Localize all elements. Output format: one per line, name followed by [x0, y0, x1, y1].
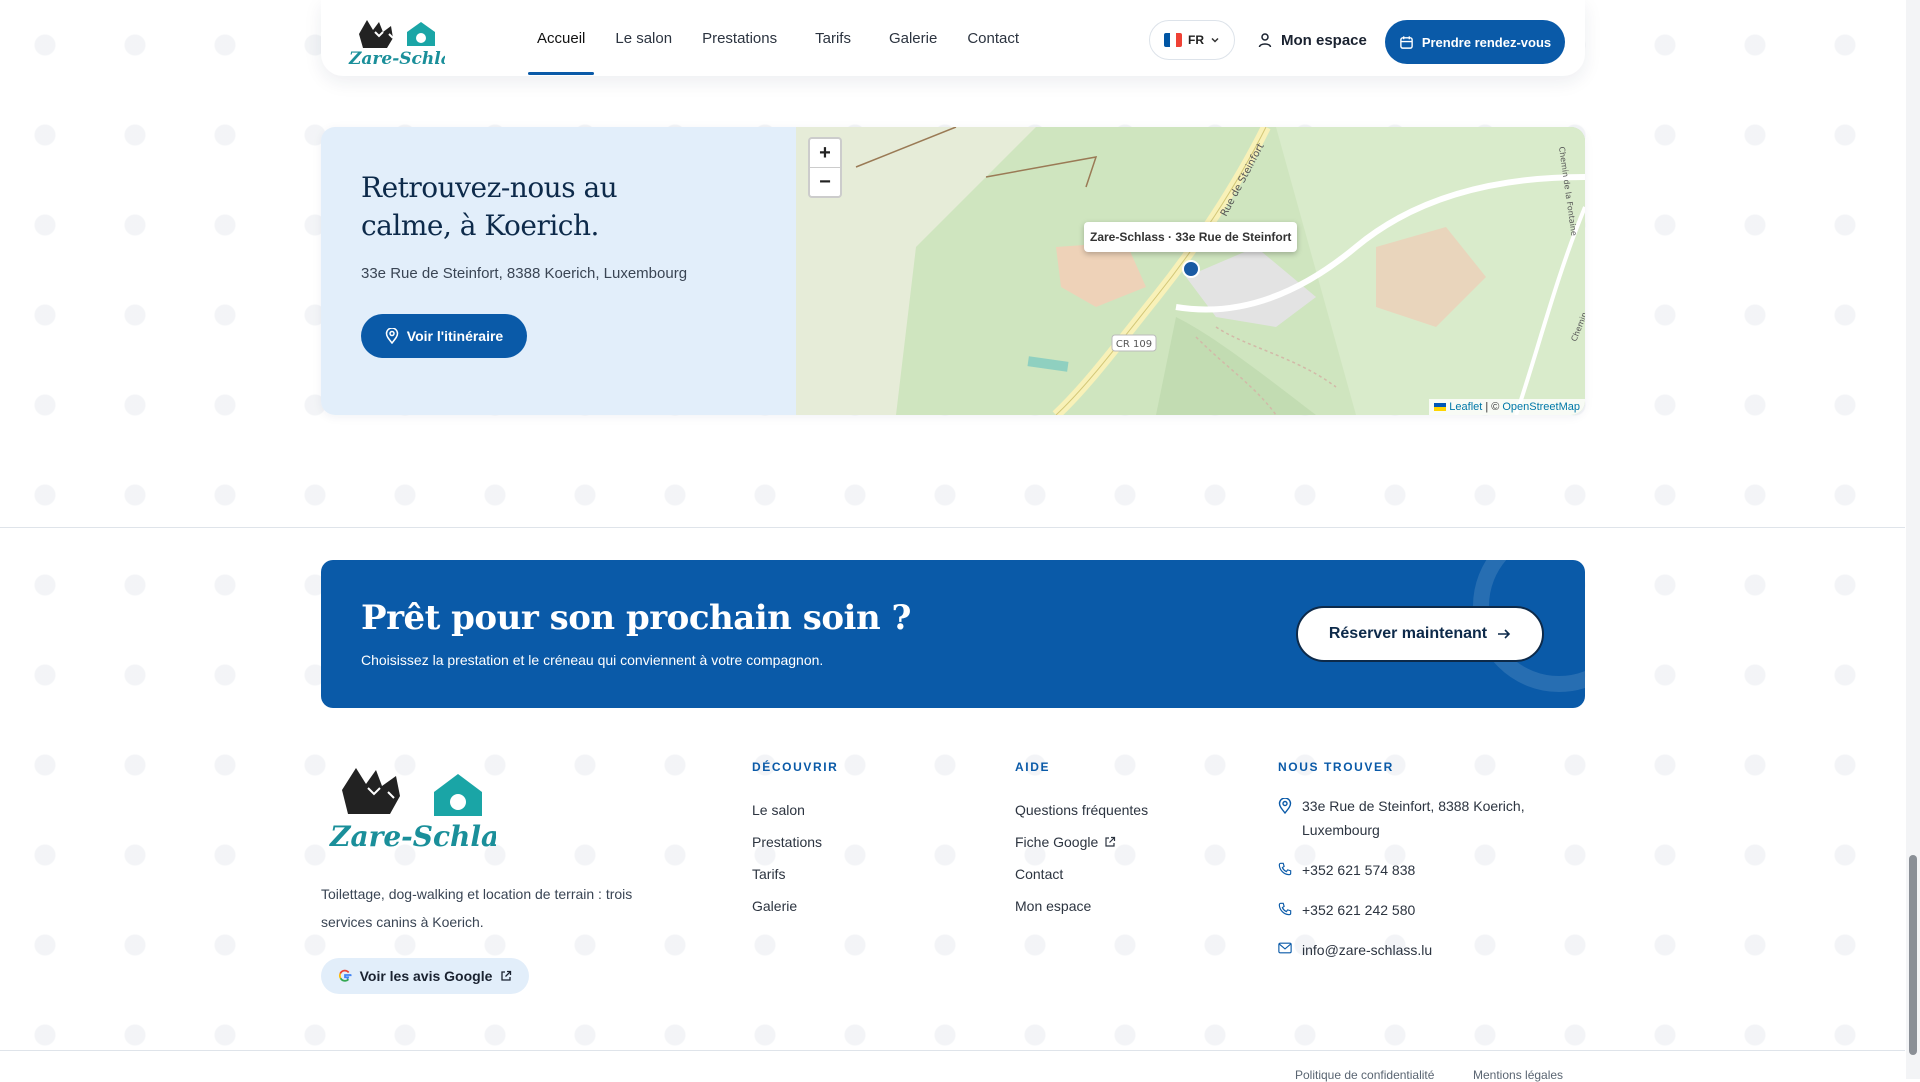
location-info: Retrouvez-nous au calme, à Koerich. 33e …: [321, 127, 796, 415]
banner-subtitle: Choisissez la prestation et le créneau q…: [361, 652, 824, 668]
site-header: Zare-Schlass Accueil Le salon Prestation…: [321, 0, 1585, 76]
map-attribution: Leaflet | © OpenStreetMap: [1429, 399, 1585, 415]
footer-discover-column: DÉCOUVRIR Le salon Prestations Tarifs Ga…: [752, 760, 838, 922]
scrollbar-thumb[interactable]: [1909, 855, 1917, 1055]
book-now-button[interactable]: Réserver maintenant: [1296, 606, 1544, 662]
privacy-policy-link[interactable]: Politique de confidentialité: [1295, 1068, 1434, 1082]
map-marker-icon[interactable]: [1182, 260, 1200, 278]
nav-le-salon[interactable]: Le salon: [615, 0, 672, 76]
footer-link-prestations[interactable]: Prestations: [752, 826, 838, 858]
directions-button[interactable]: Voir l'itinéraire: [361, 314, 527, 358]
location-title-line1: Retrouvez-nous au: [361, 171, 618, 204]
footer-address[interactable]: 33e Rue de Steinfort, 8388 Koerich, Luxe…: [1278, 794, 1558, 842]
footer-phone-2-text: +352 621 242 580: [1302, 902, 1416, 918]
map-view[interactable]: CR 109 Rue de Steinfort Chemin de la Fon…: [796, 127, 1585, 415]
page-scrollbar[interactable]: [1906, 0, 1920, 1079]
google-reviews-label: Voir les avis Google: [359, 968, 493, 984]
nav-contact[interactable]: Contact: [967, 0, 1019, 76]
phone-icon: [1278, 862, 1292, 876]
chevron-down-icon: [1211, 37, 1219, 43]
arrow-right-icon: [1498, 629, 1511, 639]
footer-phone-2[interactable]: +352 621 242 580: [1278, 898, 1558, 922]
footer-link-tarifs[interactable]: Tarifs: [752, 858, 838, 890]
google-icon: [338, 969, 352, 982]
google-reviews-button[interactable]: Voir les avis Google: [321, 958, 529, 994]
location-card: Retrouvez-nous au calme, à Koerich. 33e …: [321, 127, 1585, 415]
discover-heading: DÉCOUVRIR: [752, 760, 839, 774]
book-now-label: Réserver maintenant: [1328, 625, 1488, 642]
nav-prestations[interactable]: Prestations: [702, 0, 777, 76]
book-appointment-button[interactable]: Prendre rendez-vous: [1385, 20, 1565, 64]
footer-description: Toilettage, dog-walking et location de t…: [321, 886, 633, 930]
find-us-heading: NOUS TROUVER: [1278, 760, 1394, 774]
france-flag-icon: [1164, 33, 1182, 47]
calendar-icon: [1400, 35, 1413, 49]
brand-logo[interactable]: Zare-Schlass: [345, 12, 445, 68]
cta-banner: Prêt pour son prochain soin ? Choisissez…: [321, 560, 1585, 708]
language-code: FR: [1188, 33, 1204, 47]
svg-text:CR 109: CR 109: [1116, 339, 1152, 350]
zoom-out-button[interactable]: −: [810, 168, 840, 196]
section-divider: [0, 527, 1905, 528]
osm-link[interactable]: OpenStreetMap: [1502, 401, 1580, 413]
footer-phone-1-text: +352 621 574 838: [1302, 862, 1416, 878]
nav-accueil[interactable]: Accueil: [527, 0, 595, 76]
phone-icon: [1278, 902, 1292, 916]
map-popup: Zare-Schlass · 33e Rue de Steinfort: [1084, 222, 1298, 252]
footer-email[interactable]: info@zare-schlass.lu: [1278, 938, 1558, 962]
leaflet-link[interactable]: Leaflet: [1449, 401, 1482, 413]
book-appointment-label: Prendre rendez-vous: [1421, 34, 1552, 50]
footer-help-column: AIDE Questions fréquentes Fiche Google C…: [1015, 760, 1148, 922]
google-listing-label: Fiche Google: [1015, 834, 1099, 850]
location-title-line2: calme, à Koerich.: [361, 209, 599, 242]
directions-label: Voir l'itinéraire: [406, 328, 504, 344]
attribution-separator: | ©: [1485, 401, 1500, 413]
footer-address-text: 33e Rue de Steinfort, 8388 Koerich, Luxe…: [1302, 798, 1525, 838]
footer-find-us-column: NOUS TROUVER 33e Rue de Steinfort, 8388 …: [1278, 760, 1558, 978]
svg-text:Zare-Schlass: Zare-Schlass: [348, 49, 445, 68]
svg-text:Zare-Schlass: Zare-Schlass: [329, 820, 496, 852]
legal-notice-link[interactable]: Mentions légales: [1473, 1068, 1563, 1082]
user-icon: [1258, 33, 1272, 48]
ukraine-flag-icon: [1434, 403, 1447, 411]
footer-link-faq[interactable]: Questions fréquentes: [1015, 794, 1148, 826]
external-link-icon: [501, 970, 512, 981]
footer-brand-logo[interactable]: Zare-Schlass: [326, 758, 496, 852]
main-nav: Accueil Le salon Prestations Tarifs Gale…: [527, 0, 1049, 76]
location-title: Retrouvez-nous au calme, à Koerich.: [361, 169, 618, 245]
footer-link-my-space[interactable]: Mon espace: [1015, 890, 1148, 922]
language-selector[interactable]: FR: [1149, 20, 1235, 60]
map-pin-icon: [1278, 798, 1292, 814]
map-zoom-control: + −: [808, 137, 842, 198]
my-space-link[interactable]: Mon espace: [1257, 20, 1367, 60]
footer-link-contact[interactable]: Contact: [1015, 858, 1148, 890]
my-space-label: Mon espace: [1281, 31, 1367, 49]
footer-link-le-salon[interactable]: Le salon: [752, 794, 838, 826]
help-heading: AIDE: [1015, 760, 1051, 774]
external-link-icon: [1105, 836, 1116, 847]
footer-phone-1[interactable]: +352 621 574 838: [1278, 858, 1558, 882]
nav-tarifs[interactable]: Tarifs: [815, 0, 851, 76]
nav-galerie[interactable]: Galerie: [889, 0, 937, 76]
map-pin-icon: [385, 328, 399, 344]
mail-icon: [1278, 942, 1292, 954]
footer-link-galerie[interactable]: Galerie: [752, 890, 838, 922]
road-label-cr109: CR 109: [1111, 334, 1157, 352]
banner-title: Prêt pour son prochain soin ?: [361, 598, 911, 638]
zoom-in-button[interactable]: +: [810, 139, 840, 168]
location-address: 33e Rue de Steinfort, 8388 Koerich, Luxe…: [361, 265, 688, 282]
footer-link-google-listing[interactable]: Fiche Google: [1015, 826, 1148, 858]
footer-bottom-divider: [0, 1050, 1905, 1051]
footer-email-text: info@zare-schlass.lu: [1302, 942, 1433, 958]
